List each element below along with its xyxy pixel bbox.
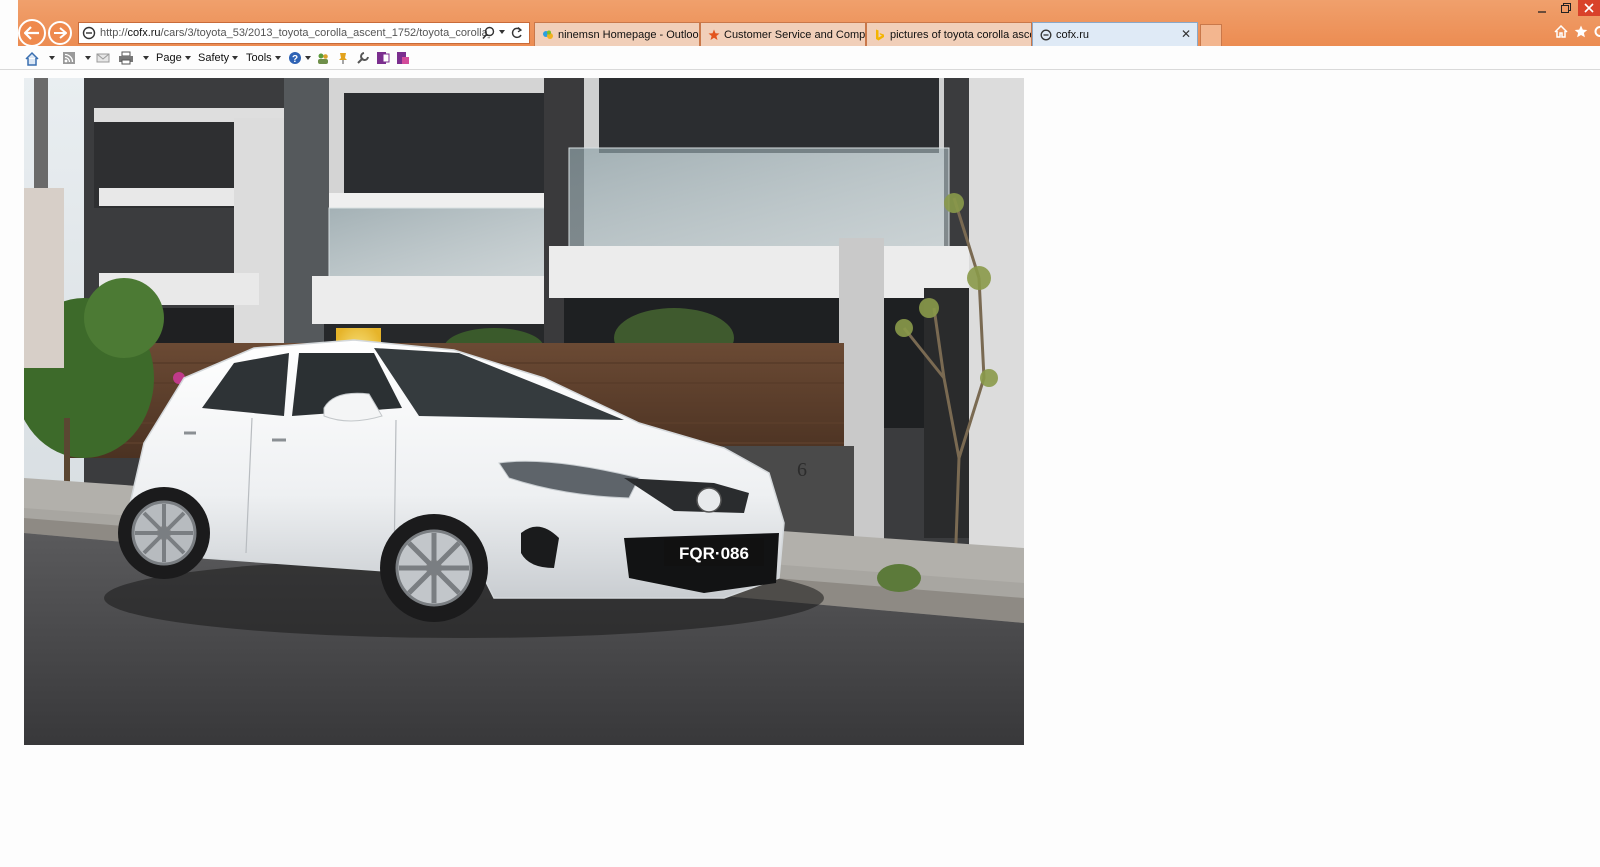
- addon-button-2[interactable]: [336, 50, 350, 66]
- url-host: cofx.ru: [127, 27, 161, 39]
- license-plate: FQR·086: [679, 544, 749, 563]
- close-window-button[interactable]: [1578, 0, 1600, 16]
- tab-label: Customer Service and Complai...: [724, 28, 865, 41]
- tab-cofx-active[interactable]: cofx.ru ✕: [1032, 22, 1198, 46]
- forward-button[interactable]: [48, 21, 72, 45]
- msn-butterfly-icon: [541, 28, 554, 41]
- addon-button-5[interactable]: [396, 50, 410, 66]
- window-edge: [0, 0, 18, 46]
- read-mail-button[interactable]: [96, 50, 110, 66]
- address-bar[interactable]: http://cofx.ru/cars/3/toyota_53/2013_toy…: [78, 22, 530, 44]
- onenote-icon: [377, 52, 390, 64]
- safety-menu[interactable]: Safety: [198, 50, 239, 66]
- search-icon[interactable]: [482, 26, 495, 40]
- home-icon[interactable]: [1554, 25, 1568, 38]
- help-icon: ?: [289, 52, 301, 65]
- wrench-icon: [357, 52, 369, 64]
- page-icon: [82, 26, 96, 40]
- close-icon: [1584, 3, 1594, 13]
- tab-label: ninemsn Homepage - Outlook...: [558, 28, 699, 41]
- tools-menu-label: Tools: [246, 52, 272, 64]
- print-command-button[interactable]: [118, 50, 149, 66]
- chevron-down-icon[interactable]: [499, 30, 505, 34]
- addon-button-4[interactable]: [376, 50, 390, 66]
- pin-icon: [339, 53, 347, 64]
- url-path: /cars/3/toyota_53/2013_toyota_corolla_as…: [160, 27, 490, 39]
- feeds-command-button[interactable]: [62, 50, 91, 66]
- bing-icon: [873, 28, 886, 41]
- chevron-down-icon: [184, 56, 191, 60]
- chevron-down-icon[interactable]: [49, 56, 55, 60]
- command-bar: Page Safety Tools ?: [0, 46, 1600, 70]
- addon-button-3[interactable]: [356, 50, 370, 66]
- minimize-icon[interactable]: [1537, 4, 1547, 14]
- safety-menu-label: Safety: [198, 52, 230, 64]
- close-tab-icon[interactable]: ✕: [1181, 28, 1191, 40]
- tools-menu[interactable]: Tools: [246, 50, 281, 66]
- page-icon: [1039, 28, 1052, 41]
- url-prefix: http://: [100, 27, 128, 39]
- svg-text:?: ?: [292, 54, 298, 65]
- arrow-right-icon: [54, 27, 67, 39]
- car-photo: 6 FQR·086: [24, 78, 1024, 745]
- back-button[interactable]: [18, 19, 46, 47]
- restore-icon[interactable]: [1560, 2, 1572, 14]
- tab-bing-search[interactable]: pictures of toyota corolla asce...: [866, 22, 1032, 46]
- onenote-linked-icon: [397, 52, 409, 64]
- home-icon: [25, 51, 39, 66]
- page-menu[interactable]: Page: [156, 50, 191, 66]
- chevron-down-icon[interactable]: [143, 56, 149, 60]
- star-icon: [707, 28, 720, 41]
- tab-label: pictures of toyota corolla asce...: [890, 28, 1031, 41]
- new-tab-button[interactable]: [1200, 24, 1222, 46]
- chevron-down-icon: [305, 56, 311, 60]
- page-menu-label: Page: [156, 52, 182, 64]
- home-command-button[interactable]: [24, 50, 55, 66]
- help-menu[interactable]: ?: [288, 50, 311, 66]
- tab-label: cofx.ru: [1056, 28, 1090, 41]
- toyota-corolla-photo-illustration: 6 FQR·086: [24, 78, 1024, 745]
- gear-icon[interactable]: [1594, 25, 1600, 38]
- tab-customer-service[interactable]: Customer Service and Complai...: [700, 22, 866, 46]
- mail-icon: [96, 53, 110, 63]
- rss-feed-icon: [63, 52, 75, 64]
- chevron-down-icon[interactable]: [85, 56, 91, 60]
- address-url[interactable]: http://cofx.ru/cars/3/toyota_53/2013_toy…: [100, 27, 490, 39]
- people-icon: [318, 53, 328, 64]
- printer-icon: [119, 51, 133, 65]
- tab-ninemsn[interactable]: ninemsn Homepage - Outlook...: [534, 22, 700, 46]
- house-number: 6: [797, 459, 807, 481]
- refresh-icon[interactable]: [510, 26, 523, 40]
- chevron-down-icon: [274, 56, 281, 60]
- addon-button-1[interactable]: [316, 50, 330, 66]
- chevron-down-icon: [232, 56, 239, 60]
- favorites-star-icon[interactable]: [1574, 25, 1588, 38]
- arrow-left-icon: [24, 26, 39, 40]
